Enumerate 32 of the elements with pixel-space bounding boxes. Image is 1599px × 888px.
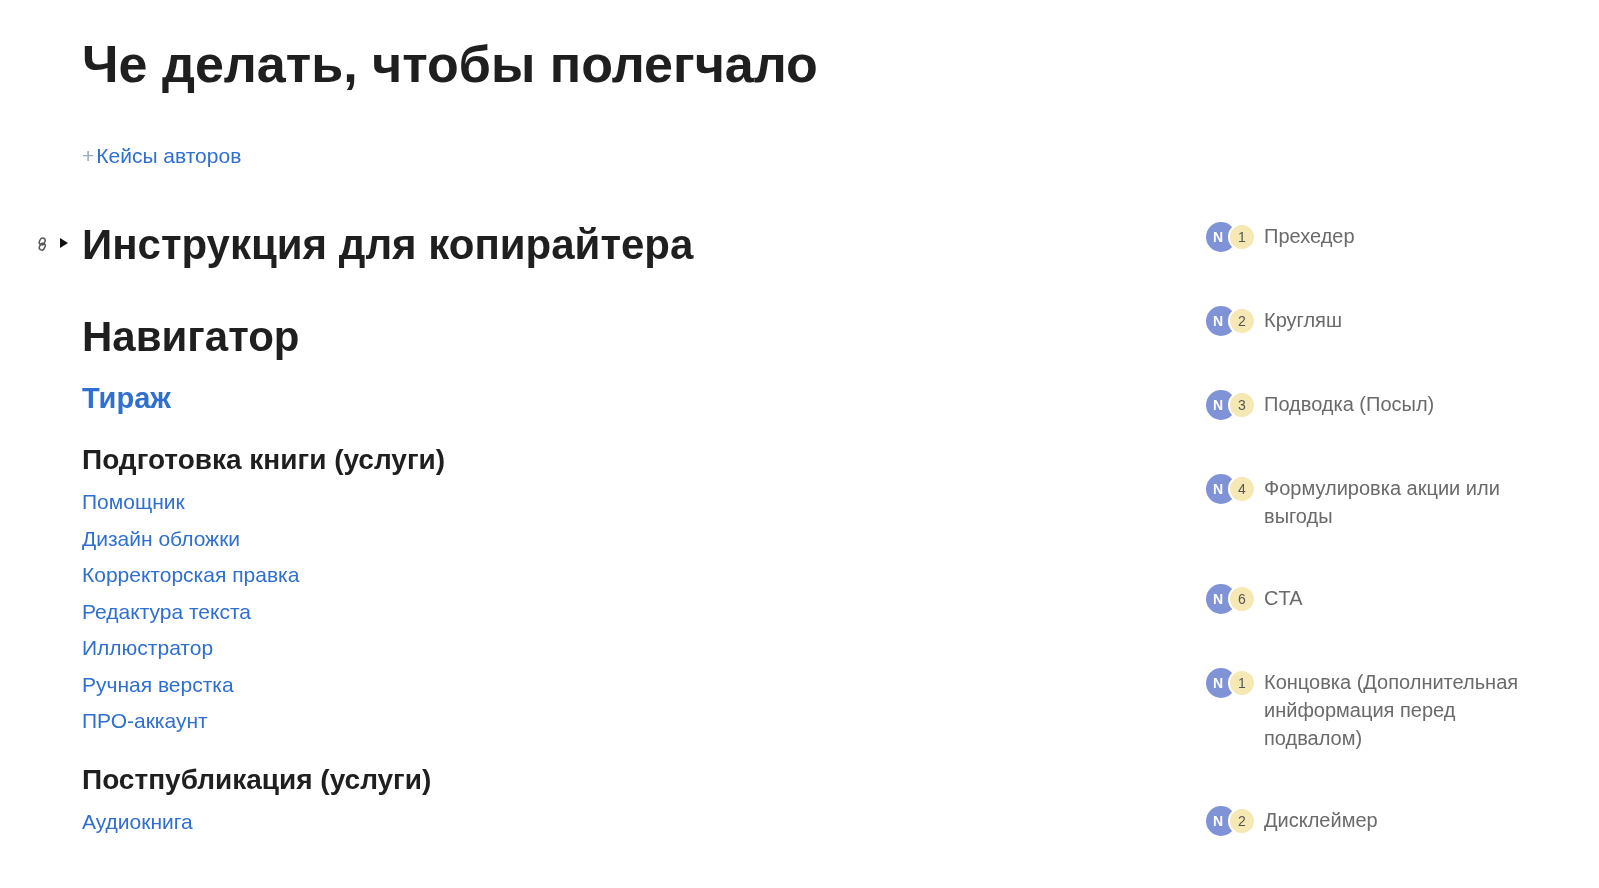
heading-link[interactable]: Тираж — [82, 380, 171, 416]
toggle-arrow[interactable] — [58, 236, 70, 250]
service-link[interactable]: Иллюстратор — [82, 630, 214, 667]
link-icon[interactable] — [36, 237, 48, 251]
page-title: Че делать, чтобы полегчало — [82, 34, 819, 95]
comment-count[interactable]: 6 — [1228, 585, 1256, 613]
triangle-icon — [59, 237, 69, 249]
service-link[interactable]: Редактура текста — [82, 593, 251, 630]
section-heading: Навигатор — [82, 312, 301, 362]
comment-label: Кругляш — [1264, 308, 1342, 333]
service-link[interactable]: Дизайн обложки — [82, 520, 241, 557]
service-link[interactable]: Помощник — [82, 484, 185, 521]
group-heading: Подготовка книги (услуги) — [82, 443, 447, 477]
authors-link[interactable]: +Кейсы авторов — [82, 142, 242, 170]
comment-count[interactable]: 3 — [1228, 391, 1256, 419]
comment-label: Подводка (Посыл) — [1264, 392, 1435, 417]
comment-count[interactable]: 2 — [1228, 807, 1256, 835]
group-heading: Постпубликация (услуги) — [82, 762, 433, 797]
comment-count[interactable]: 1 — [1228, 669, 1256, 697]
service-link[interactable]: ПРО-аккаунт — [82, 703, 208, 740]
comment-count[interactable]: 2 — [1228, 307, 1256, 335]
comment-label: Прехедер — [1264, 224, 1355, 249]
comment-label: CTA — [1264, 586, 1303, 611]
comment-label: Дисклеймер — [1264, 808, 1378, 833]
toggle-heading: Инструкция для копирайтера — [82, 220, 694, 270]
comment-label: Концовка (Дополнительная инйформация перед подвалом) — [1264, 670, 1520, 751]
comment-count[interactable]: 1 — [1228, 223, 1256, 251]
comment-label: Формулировка акции или выгоды — [1264, 476, 1501, 529]
comment-count[interactable]: 4 — [1228, 475, 1256, 503]
service-link[interactable]: Корректорская правка — [82, 557, 300, 594]
service-link[interactable]: Аудиокнига — [82, 803, 193, 840]
service-link[interactable]: Ручная верстка — [82, 666, 234, 703]
